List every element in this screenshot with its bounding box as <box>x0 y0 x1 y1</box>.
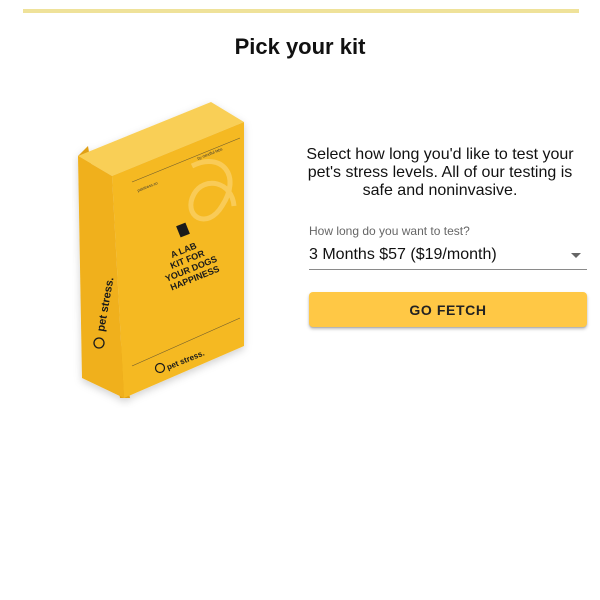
duration-select[interactable]: How long do you want to test? 3 Months $… <box>309 224 587 270</box>
progress-bar-fill <box>23 9 579 13</box>
page-title: Pick your kit <box>234 34 366 59</box>
kit-description: Select how long you'd like to test your … <box>306 146 574 199</box>
duration-select-value[interactable]: 3 Months $57 ($19/month) <box>309 246 497 264</box>
go-fetch-button[interactable]: GO FETCH <box>309 292 587 327</box>
kit-box-image: petstress.co by mindful labs A LAB KIT F… <box>72 96 258 408</box>
progress-bar <box>23 9 579 13</box>
kit-box-illustration: petstress.co by mindful labs A LAB KIT F… <box>78 102 244 398</box>
chevron-down-icon[interactable] <box>571 253 581 258</box>
duration-select-label: How long do you want to test? <box>309 224 470 238</box>
